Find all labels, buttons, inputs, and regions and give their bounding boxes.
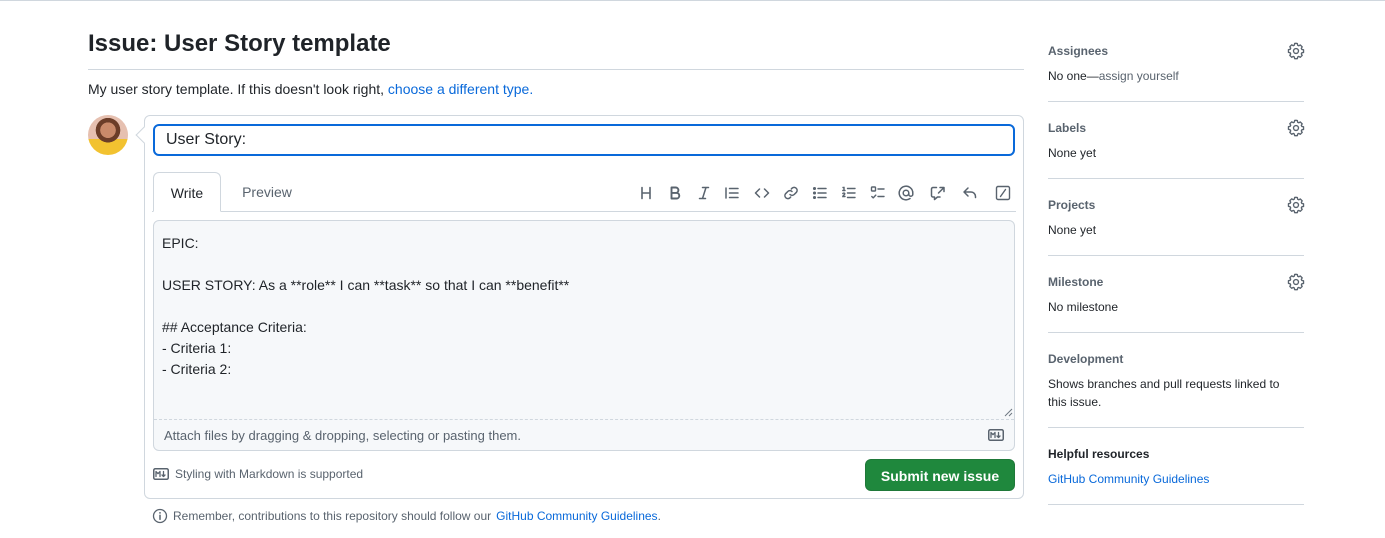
- numbered-list-icon[interactable]: [839, 183, 859, 203]
- sidebar-divider: [1048, 504, 1304, 505]
- development-value-line1: Shows branches and pull requests linked …: [1048, 377, 1280, 391]
- choose-different-type-link[interactable]: choose a different type.: [388, 81, 533, 97]
- page-title: Issue: User Story template: [88, 30, 391, 57]
- assignees-none: No one—: [1048, 69, 1099, 83]
- projects-gear-icon[interactable]: [1287, 196, 1305, 214]
- markdown-icon: [988, 429, 1004, 441]
- sidebar-divider: [1048, 427, 1304, 428]
- avatar[interactable]: [88, 115, 128, 155]
- submit-new-issue-button[interactable]: Submit new issue: [865, 459, 1015, 491]
- milestone-value: No milestone: [1048, 300, 1119, 314]
- task-list-icon[interactable]: [868, 183, 888, 203]
- assignees-value: No one—assign yourself: [1048, 67, 1179, 85]
- heading-icon[interactable]: [636, 183, 656, 203]
- cross-reference-icon[interactable]: [928, 183, 948, 203]
- bulleted-list-icon[interactable]: [810, 183, 830, 203]
- title-divider: [88, 69, 1024, 70]
- template-note: My user story template. If this doesn't …: [88, 80, 533, 98]
- sidebar-divider: [1048, 332, 1304, 333]
- issue-body-editor: EPIC: USER STORY: As a **role** I can **…: [153, 220, 1015, 451]
- assign-yourself-link[interactable]: assign yourself: [1099, 69, 1179, 83]
- reminder-text: Remember, contributions to this reposito…: [173, 509, 492, 523]
- tab-preview[interactable]: Preview: [228, 172, 306, 212]
- info-icon: [152, 508, 168, 524]
- link-icon[interactable]: [781, 183, 801, 203]
- slash-command-icon[interactable]: [993, 183, 1013, 203]
- bold-icon[interactable]: [665, 183, 685, 203]
- attach-files-hint[interactable]: Attach files by dragging & dropping, sel…: [164, 428, 521, 444]
- template-note-text: My user story template. If this doesn't …: [88, 81, 385, 97]
- issue-title-input[interactable]: [153, 124, 1015, 156]
- helpful-resources-heading: Helpful resources: [1048, 447, 1150, 461]
- tab-write[interactable]: Write: [153, 172, 221, 212]
- attach-divider: [154, 419, 1014, 420]
- markdown-note-text[interactable]: Styling with Markdown is supported: [175, 467, 363, 481]
- sidebar-divider: [1048, 101, 1304, 102]
- markdown-supported-note: Styling with Markdown is supported: [153, 467, 363, 481]
- projects-value: None yet: [1048, 223, 1097, 237]
- milestone-heading[interactable]: Milestone: [1048, 274, 1103, 290]
- projects-heading[interactable]: Projects: [1048, 197, 1095, 213]
- helpful-resources-item: GitHub Community Guidelines: [1048, 470, 1209, 488]
- assignees-gear-icon[interactable]: [1287, 42, 1305, 60]
- reminder-end: .: [657, 509, 661, 523]
- labels-gear-icon[interactable]: [1287, 119, 1305, 137]
- mention-icon[interactable]: [896, 183, 916, 203]
- sidebar-divider: [1048, 178, 1304, 179]
- community-guidelines-link[interactable]: GitHub Community Guidelines: [496, 509, 657, 523]
- code-icon[interactable]: [752, 183, 772, 203]
- sidebar-divider: [1048, 255, 1304, 256]
- quote-icon[interactable]: [722, 183, 742, 203]
- top-divider: [0, 0, 1385, 1]
- labels-heading[interactable]: Labels: [1048, 120, 1086, 136]
- development-heading: Development: [1048, 352, 1124, 366]
- reply-icon[interactable]: [960, 183, 980, 203]
- sidebar-community-guidelines-link[interactable]: GitHub Community Guidelines: [1048, 472, 1209, 486]
- labels-value: None yet: [1048, 146, 1097, 160]
- markdown-icon: [153, 468, 169, 480]
- italic-icon[interactable]: [694, 183, 714, 203]
- milestone-gear-icon[interactable]: [1287, 273, 1305, 291]
- contribution-reminder: Remember, contributions to this reposito…: [152, 508, 661, 524]
- development-value-line2: this issue.: [1048, 395, 1102, 409]
- issue-body-textarea[interactable]: EPIC: USER STORY: As a **role** I can **…: [154, 221, 1014, 419]
- assignees-heading[interactable]: Assignees: [1048, 43, 1108, 59]
- resize-grip-icon[interactable]: [1003, 407, 1013, 417]
